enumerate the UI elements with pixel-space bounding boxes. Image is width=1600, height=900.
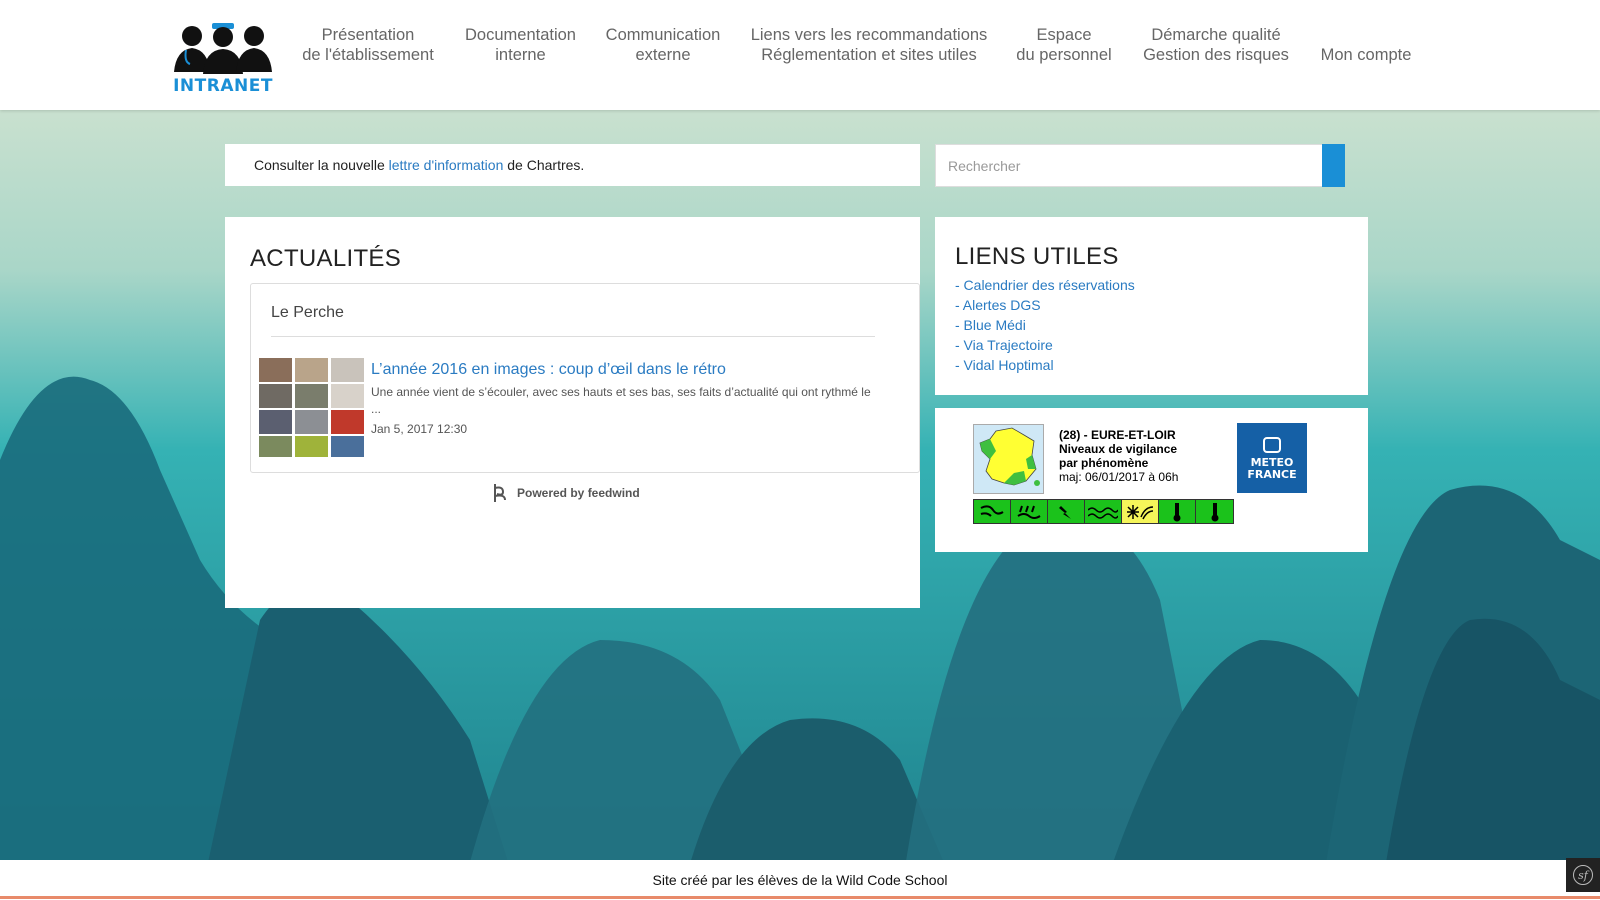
nav-label-line2: du personnel <box>1016 46 1112 64</box>
logo-text: INTRANET <box>173 76 273 96</box>
weather-vigilance-panel: (28) - EURE-ET-LOIR Niveaux de vigilance… <box>935 408 1368 552</box>
links-list: - Calendrier des réservations - Alertes … <box>955 275 1135 375</box>
news-entry-date: Jan 5, 2017 12:30 <box>371 422 468 436</box>
vigilance-info: (28) - EURE-ET-LOIR Niveaux de vigilance… <box>1059 428 1178 484</box>
news-panel: ACTUALITÉS Le Perche L’année 2016 en ima… <box>225 217 920 608</box>
news-thumbnail[interactable] <box>259 358 364 457</box>
vigilance-phenomena-bar <box>973 499 1234 524</box>
newsletter-notice: Consulter la nouvelle lettre d'informati… <box>225 144 920 186</box>
nav-presentation[interactable]: Présentation de l'établissement <box>302 25 434 65</box>
wind-icon[interactable] <box>974 500 1011 523</box>
newsletter-link[interactable]: lettre d'information <box>389 157 504 173</box>
nav-label-line2: Gestion des risques <box>1143 46 1289 64</box>
nav-communication[interactable]: Communication externe <box>604 25 722 65</box>
notice-suffix: de Chartres. <box>503 157 585 173</box>
flood-icon[interactable] <box>1085 500 1122 523</box>
meteo-logo-line2: FRANCE <box>1247 468 1297 481</box>
useful-links-panel: LIENS UTILES - Calendrier des réservatio… <box>935 217 1368 395</box>
powered-by-text: Powered by feedwind <box>517 486 640 500</box>
news-heading: ACTUALITÉS <box>250 245 402 272</box>
footer-accent-line <box>0 896 1600 899</box>
nav-label-line1: Communication <box>605 26 721 44</box>
symfony-icon: sf <box>1573 865 1593 885</box>
notice-prefix: Consulter la nouvelle <box>254 157 389 173</box>
nav-label-line2: interne <box>495 46 546 64</box>
link-vidal-hoptimal[interactable]: - Vidal Hoptimal <box>955 355 1135 375</box>
news-entry-title[interactable]: L’année 2016 en images : coup d’œil dans… <box>371 361 726 379</box>
symfony-toolbar-toggle[interactable]: sf <box>1566 858 1600 892</box>
nav-label-line2: de l'établissement <box>302 46 434 64</box>
vigilance-subtitle: par phénomène <box>1059 456 1149 470</box>
vigilance-title: Niveaux de vigilance <box>1059 442 1178 456</box>
news-entry-description: Une année vient de s’écouler, avec ses h… <box>371 385 871 416</box>
nav-espace-personnel[interactable]: Espace du personnel <box>1014 25 1114 65</box>
powered-by-feedwind-link[interactable]: Powered by feedwind <box>489 482 640 504</box>
feed-title: Le Perche <box>271 304 344 321</box>
rain-flood-icon[interactable] <box>1011 500 1048 523</box>
link-blue-medi[interactable]: - Blue Médi <box>955 315 1135 335</box>
feedwind-icon <box>494 484 506 502</box>
link-alertes-dgs[interactable]: - Alertes DGS <box>955 295 1135 315</box>
snow-ice-icon[interactable] <box>1122 500 1159 523</box>
main-nav: Présentation de l'établissement Document… <box>0 25 1600 69</box>
nav-demarche-qualite[interactable]: Démarche qualité Gestion des risques <box>1140 25 1292 65</box>
france-vigilance-map[interactable] <box>973 424 1044 494</box>
nav-label-line1: Présentation <box>321 26 415 44</box>
nav-label-line1: Démarche qualité <box>1151 26 1281 44</box>
meteo-france-icon <box>1263 437 1281 453</box>
france-map-icon <box>979 427 1040 486</box>
search-button[interactable] <box>1322 144 1345 187</box>
link-calendrier-reservations[interactable]: - Calendrier des réservations <box>955 275 1135 295</box>
nav-label-line1: Espace <box>1036 26 1092 44</box>
thunderstorm-icon[interactable] <box>1048 500 1085 523</box>
links-heading: LIENS UTILES <box>955 243 1119 270</box>
nav-label-line1: Documentation <box>465 26 576 44</box>
heat-icon[interactable] <box>1159 500 1196 523</box>
link-via-trajectoire[interactable]: - Via Trajectoire <box>955 335 1135 355</box>
news-feed-widget: Le Perche L’année 2016 en images : coup … <box>250 283 920 473</box>
search-input[interactable] <box>936 145 1322 186</box>
vigilance-department: (28) - EURE-ET-LOIR <box>1059 428 1176 442</box>
cold-icon[interactable] <box>1196 500 1233 523</box>
site-header: INTRANET Présentation de l'établissement… <box>0 0 1600 110</box>
nav-label-line1: Mon compte <box>1320 46 1412 64</box>
nav-label-line1: Liens vers les recommandations <box>750 26 988 44</box>
meteo-france-logo[interactable]: METEO FRANCE <box>1237 423 1307 493</box>
nav-recommandations[interactable]: Liens vers les recommandations Réglement… <box>749 25 989 65</box>
site-footer: Site créé par les élèves de la Wild Code… <box>0 860 1600 900</box>
feed-divider <box>271 336 875 337</box>
nav-label-line2: Réglementation et sites utiles <box>761 46 977 64</box>
search-box <box>935 144 1323 187</box>
vigilance-update-time: maj: 06/01/2017 à 06h <box>1059 470 1179 484</box>
nav-mon-compte[interactable]: Mon compte <box>1316 45 1416 65</box>
footer-credit: Site créé par les élèves de la Wild Code… <box>652 872 948 888</box>
nav-label-line2: externe <box>635 46 691 64</box>
nav-documentation[interactable]: Documentation interne <box>463 25 578 65</box>
